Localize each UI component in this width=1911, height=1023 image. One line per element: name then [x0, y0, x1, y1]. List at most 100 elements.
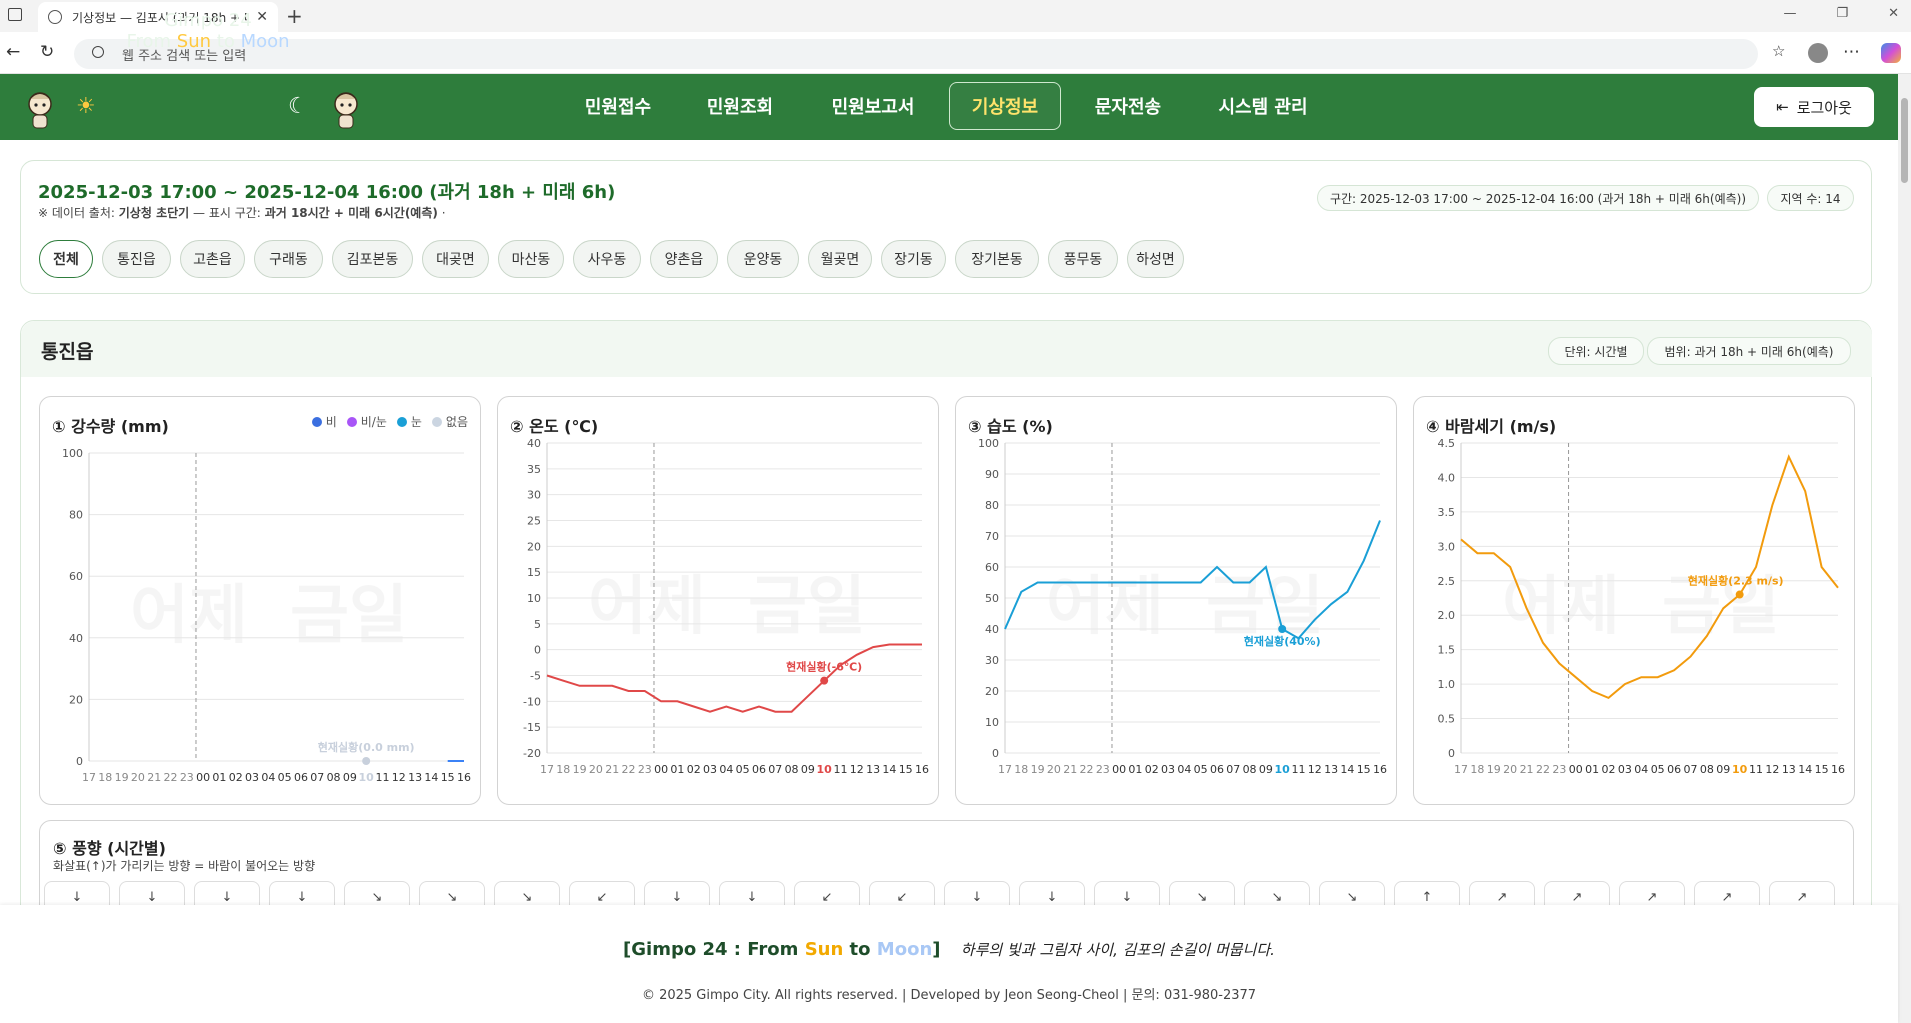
brand-logo[interactable]: Gimpo 24 From Sun to Moon: [108, 10, 308, 52]
nav-item-system[interactable]: 시스템 관리: [1200, 82, 1326, 130]
more-icon[interactable]: ⋯: [1843, 42, 1860, 62]
region-chip[interactable]: 장기동: [881, 240, 946, 278]
region-chip[interactable]: 하성면: [1127, 240, 1184, 278]
x-tick-label: 23: [1096, 763, 1110, 776]
x-tick-label: 17: [1454, 763, 1468, 776]
region-chip[interactable]: 고촌읍: [180, 240, 245, 278]
current-label: 현재실황(0.0 mm): [318, 740, 415, 754]
close-window-icon[interactable]: ✕: [1888, 6, 1899, 21]
x-tick-label: 02: [1602, 763, 1616, 776]
x-tick-label: 19: [573, 763, 587, 776]
region-chip[interactable]: 운양동: [727, 240, 799, 278]
current-point[interactable]: [362, 757, 371, 765]
x-tick-label: 23: [638, 763, 652, 776]
x-tick-label: 01: [670, 763, 684, 776]
nav-item-complaint-intake[interactable]: 민원접수: [568, 82, 668, 130]
y-tick-label: -5: [530, 670, 541, 683]
y-tick-label: 15: [527, 566, 541, 579]
copilot-icon[interactable]: [1881, 43, 1901, 63]
page-scrollbar[interactable]: [1898, 74, 1911, 1023]
section-title: 통진읍: [41, 341, 94, 363]
x-tick-label: 23: [180, 771, 194, 784]
chart-card-3: ③ 습도 (%) 어제 금일 0 10 20 30 40 50 60 70 80 90 100 17 18 19…: [955, 396, 1397, 805]
y-tick-label: 60: [69, 570, 83, 583]
period-badge: 구간: 2025-12-03 17:00 ~ 2025-12-04 16:00 …: [1317, 185, 1759, 211]
x-tick-label: 11: [1291, 763, 1305, 776]
sidebar-toggle-icon[interactable]: [8, 8, 22, 21]
footer-copyright: © 2025 Gimpo City. All rights reserved. …: [641, 988, 1257, 1003]
region-chip[interactable]: 대곶면: [422, 240, 489, 278]
profile-avatar[interactable]: [1808, 43, 1828, 63]
x-tick-label: 13: [1324, 763, 1338, 776]
minimize-icon[interactable]: —: [1783, 6, 1796, 21]
window-controls: — ❐ ✕: [1783, 6, 1899, 21]
region-chip[interactable]: 구래동: [254, 240, 323, 278]
x-tick-label: 02: [229, 771, 243, 784]
region-chip[interactable]: 사우동: [573, 240, 641, 278]
y-tick-label: 20: [985, 685, 999, 698]
x-tick-label: 23: [1552, 763, 1566, 776]
y-tick-label: 100: [978, 437, 999, 450]
region-chip[interactable]: 풍무동: [1048, 240, 1118, 278]
address-input[interactable]: 웹 주소 검색 또는 입력: [74, 39, 1758, 69]
y-tick-label: 40: [985, 623, 999, 636]
region-chip[interactable]: 마산동: [498, 240, 564, 278]
current-point[interactable]: [820, 676, 829, 685]
nav-item-weather[interactable]: 기상정보: [949, 82, 1061, 130]
x-tick-label: 01: [1585, 763, 1599, 776]
x-tick-label: 18: [1014, 763, 1028, 776]
x-tick-label: 11: [1749, 763, 1763, 776]
mascot-right-icon: [334, 92, 358, 129]
x-tick-label: 21: [605, 763, 619, 776]
region-chip[interactable]: 월곶면: [808, 240, 872, 278]
x-tick-label: 15: [1357, 763, 1371, 776]
x-tick-label: 16: [915, 763, 929, 776]
x-tick-label: 07: [310, 771, 324, 784]
x-tick-label: 17: [540, 763, 554, 776]
region-chip[interactable]: 양촌읍: [650, 240, 718, 278]
y-tick-label: 3.5: [1438, 506, 1456, 519]
current-point[interactable]: [1278, 625, 1287, 633]
x-tick-label: 05: [1651, 763, 1665, 776]
x-tick-label: 21: [147, 771, 161, 784]
x-tick-label: 10: [359, 771, 375, 784]
y-tick-label: 4.0: [1438, 471, 1456, 484]
x-tick-label: 22: [622, 763, 636, 776]
x-tick-label: 07: [1683, 763, 1697, 776]
logout-button[interactable]: ⇤ 로그아웃: [1754, 87, 1874, 127]
x-tick-label: 13: [1782, 763, 1796, 776]
y-tick-label: -10: [523, 695, 541, 708]
favorites-icon[interactable]: ☆: [1772, 42, 1785, 60]
x-tick-label: 22: [1536, 763, 1550, 776]
x-tick-label: 12: [850, 763, 864, 776]
y-tick-label: 80: [985, 499, 999, 512]
region-chip[interactable]: 김포본동: [332, 240, 413, 278]
refresh-icon[interactable]: ↻: [40, 42, 54, 62]
x-tick-label: 16: [457, 771, 471, 784]
x-tick-label: 17: [998, 763, 1012, 776]
region-chip[interactable]: 통진읍: [102, 240, 171, 278]
y-tick-label: 0.5: [1438, 713, 1456, 726]
back-icon[interactable]: ←: [6, 42, 20, 62]
unit-badge: 단위: 시간별: [1548, 337, 1644, 365]
region-chip[interactable]: 장기본동: [955, 240, 1039, 278]
x-tick-label: 06: [294, 771, 308, 784]
logout-label: 로그아웃: [1796, 98, 1852, 117]
nav-item-complaint-report[interactable]: 민원보고서: [812, 82, 934, 130]
nav-item-complaint-lookup[interactable]: 민원조회: [690, 82, 790, 130]
x-tick-label: 14: [1798, 763, 1812, 776]
x-tick-label: 00: [1569, 763, 1583, 776]
x-tick-label: 03: [1618, 763, 1632, 776]
nav-item-sms[interactable]: 문자전송: [1078, 82, 1178, 130]
restore-icon[interactable]: ❐: [1836, 6, 1848, 21]
current-label: 현재실황(-6℃): [786, 660, 862, 674]
current-point[interactable]: [1735, 590, 1744, 599]
y-tick-label: 0: [534, 644, 541, 657]
y-tick-label: 50: [985, 592, 999, 605]
region-count-badge: 지역 수: 14: [1767, 185, 1854, 211]
x-tick-label: 10: [1732, 763, 1748, 776]
y-tick-label: 60: [985, 561, 999, 574]
x-tick-label: 20: [1503, 763, 1517, 776]
x-tick-label: 21: [1520, 763, 1534, 776]
region-chip[interactable]: 전체: [39, 240, 93, 278]
